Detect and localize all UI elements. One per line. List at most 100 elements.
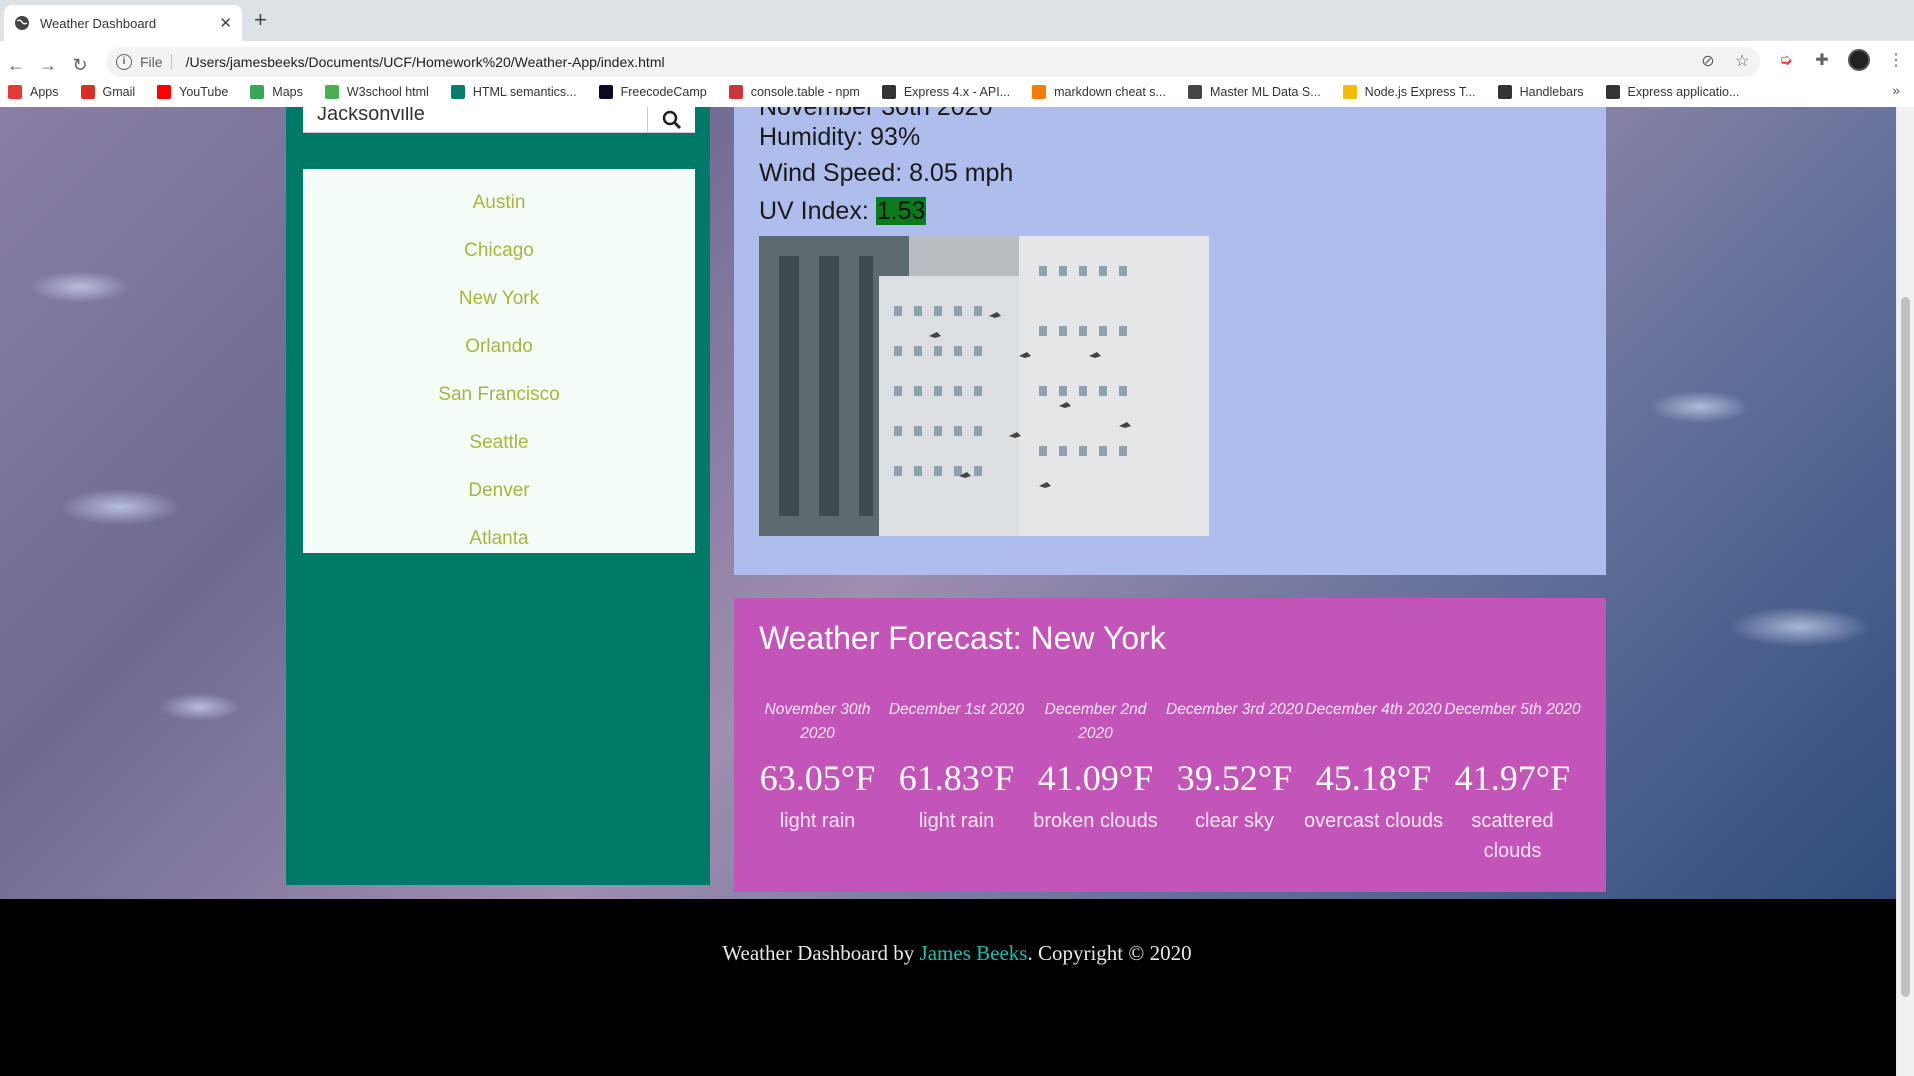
- footer-text: Weather Dashboard by James Beeks. Copyri…: [0, 941, 1914, 966]
- sidebar: Austin Chicago New York Orlando San Fran…: [286, 107, 710, 885]
- forecast-temp: 41.09°F: [1037, 758, 1154, 798]
- city-item-chicago[interactable]: Chicago: [303, 227, 695, 275]
- forecast-day-card: December 3rd 2020 39.52°F clear sky: [1165, 698, 1304, 866]
- profile-avatar[interactable]: [1848, 49, 1870, 71]
- current-weather-panel: November 30th 2020 Humidity: 93% Wind Sp…: [734, 107, 1606, 575]
- url-text[interactable]: /Users/jamesbeeks/Documents/UCF/Homework…: [186, 54, 665, 70]
- forward-icon[interactable]: →: [34, 51, 62, 79]
- freecodecamp-icon: [598, 85, 613, 99]
- forecast-description: broken clouds: [1033, 810, 1158, 832]
- bookmark-label: FreecodeCamp: [620, 85, 707, 99]
- forecast-date: December 1st 2020: [888, 701, 1025, 718]
- puzzle-extensions-icon[interactable]: ✚: [1812, 50, 1832, 70]
- forecast-temp: 61.83°F: [898, 758, 1015, 798]
- toolbar-extensions: ➭ ✚ ⋮: [1776, 49, 1906, 71]
- bookmark-item[interactable]: Handlebars: [1497, 85, 1584, 99]
- bookmark-item[interactable]: W3school html: [324, 85, 429, 99]
- humidity-text: Humidity: 93%: [759, 123, 921, 151]
- browser-tab-bar: Weather Dashboard ✕ +: [0, 0, 1914, 41]
- tab-title: Weather Dashboard: [40, 15, 157, 31]
- forecast-day-card: December 1st 2020 61.83°F light rain: [887, 698, 1026, 866]
- forecast-temp: 39.52°F: [1176, 758, 1293, 798]
- forecast-date: November 30th 2020: [764, 701, 871, 742]
- forecast-day-card: November 30th 2020 63.05°F light rain: [748, 698, 887, 866]
- address-bar[interactable]: i File /Users/jamesbeeks/Documents/UCF/H…: [106, 47, 1760, 77]
- city-item-san-francisco[interactable]: San Francisco: [303, 371, 695, 419]
- city-photo: [759, 236, 1209, 536]
- info-icon[interactable]: i: [116, 54, 132, 70]
- bookmark-label: Express 4.x - API...: [903, 85, 1011, 99]
- bookmark-item[interactable]: YouTube: [157, 85, 228, 99]
- bookmark-item[interactable]: Gmail: [80, 85, 135, 99]
- city-item-new-york[interactable]: New York: [303, 275, 695, 323]
- gmail-icon: [80, 85, 95, 99]
- forecast-description: light rain: [779, 810, 856, 832]
- apps-grid-icon: [8, 85, 22, 99]
- bookmark-item[interactable]: Maps: [250, 85, 303, 99]
- bookmarks-overflow-icon[interactable]: »: [1892, 82, 1900, 98]
- html-icon: [450, 85, 465, 99]
- forecast-description: scattered clouds: [1471, 810, 1554, 862]
- back-icon[interactable]: ←: [2, 51, 30, 79]
- bookmark-label: Node.js Express T...: [1364, 85, 1476, 99]
- globe-icon: [15, 16, 29, 30]
- city-item-denver[interactable]: Denver: [303, 467, 695, 515]
- menu-kebab-icon[interactable]: ⋮: [1886, 50, 1906, 70]
- markdown-icon: [1032, 85, 1047, 99]
- footer-prefix: Weather Dashboard by: [722, 941, 920, 965]
- city-item-atlanta[interactable]: Atlanta: [303, 515, 695, 563]
- bookmark-label: W3school html: [346, 85, 429, 99]
- npm-icon: [728, 85, 743, 99]
- url-scheme: File: [140, 54, 172, 70]
- bookmark-label: Handlebars: [1519, 85, 1584, 99]
- bookmark-item[interactable]: HTML semantics...: [450, 85, 577, 99]
- forecast-days: November 30th 2020 63.05°F light rain De…: [748, 698, 1592, 866]
- city-item-orlando[interactable]: Orlando: [303, 323, 695, 371]
- search-input[interactable]: [303, 107, 643, 128]
- close-tab-icon[interactable]: ✕: [219, 14, 232, 32]
- uv-index-badge: 1.53: [875, 197, 927, 225]
- current-date: November 30th 2020: [759, 107, 993, 121]
- forecast-date: December 2nd 2020: [1044, 701, 1147, 742]
- reload-icon[interactable]: ↻: [66, 51, 94, 79]
- bookmark-label: Express applicatio...: [1627, 85, 1740, 99]
- bookmark-item[interactable]: Express applicatio...: [1605, 85, 1740, 99]
- search-button[interactable]: [647, 107, 695, 133]
- bookmark-label: Apps: [30, 85, 59, 99]
- new-tab-icon[interactable]: +: [254, 8, 267, 32]
- bookmark-item[interactable]: FreecodeCamp: [598, 85, 707, 99]
- bookmark-item[interactable]: Express 4.x - API...: [881, 85, 1011, 99]
- bookmark-item[interactable]: Node.js Express T...: [1342, 85, 1476, 99]
- forecast-date: December 5th 2020: [1444, 701, 1581, 718]
- forecast-panel: Weather Forecast: New York November 30th…: [734, 598, 1606, 892]
- forecast-temp: 45.18°F: [1315, 758, 1432, 798]
- page-scrollbar[interactable]: [1896, 107, 1914, 1076]
- bookmark-item[interactable]: Master ML Data S...: [1187, 85, 1321, 99]
- cookie-blocked-icon[interactable]: ⊘: [1698, 51, 1718, 71]
- globe-icon: [1187, 85, 1202, 99]
- bookmark-star-icon[interactable]: ☆: [1732, 51, 1752, 71]
- bookmark-label: Master ML Data S...: [1209, 85, 1321, 99]
- browser-tab[interactable]: Weather Dashboard ✕: [4, 5, 242, 41]
- page-viewport: Austin Chicago New York Orlando San Fran…: [0, 107, 1914, 1076]
- bookmarks-bar: Apps Gmail YouTube Maps W3school html HTML se…: [0, 78, 1914, 106]
- bookmark-item[interactable]: console.table - npm: [728, 85, 860, 99]
- forecast-description: overcast clouds: [1304, 810, 1443, 832]
- bookmark-label: YouTube: [179, 85, 229, 99]
- footer: Weather Dashboard by James Beeks. Copyri…: [0, 899, 1914, 1076]
- city-item-seattle[interactable]: Seattle: [303, 419, 695, 467]
- search-icon: [662, 110, 681, 130]
- forecast-day-card: December 4th 2020 45.18°F overcast cloud…: [1304, 698, 1443, 866]
- scrollbar-thumb[interactable]: [1901, 297, 1910, 997]
- extension-icon[interactable]: ➭: [1776, 50, 1796, 70]
- city-item-austin[interactable]: Austin: [303, 179, 695, 227]
- author-link[interactable]: James Beeks: [920, 941, 1028, 965]
- forecast-day-card: December 2nd 2020 41.09°F broken clouds: [1026, 698, 1165, 866]
- handlebars-icon: [1497, 85, 1512, 99]
- youtube-icon: [157, 85, 172, 99]
- bookmark-label: console.table - npm: [750, 85, 860, 99]
- bookmark-item[interactable]: Apps: [8, 85, 59, 99]
- bookmark-item[interactable]: markdown cheat s...: [1032, 85, 1166, 99]
- address-bar-actions: ⊘ ☆: [1698, 51, 1752, 71]
- forecast-date: December 4th 2020: [1305, 701, 1442, 718]
